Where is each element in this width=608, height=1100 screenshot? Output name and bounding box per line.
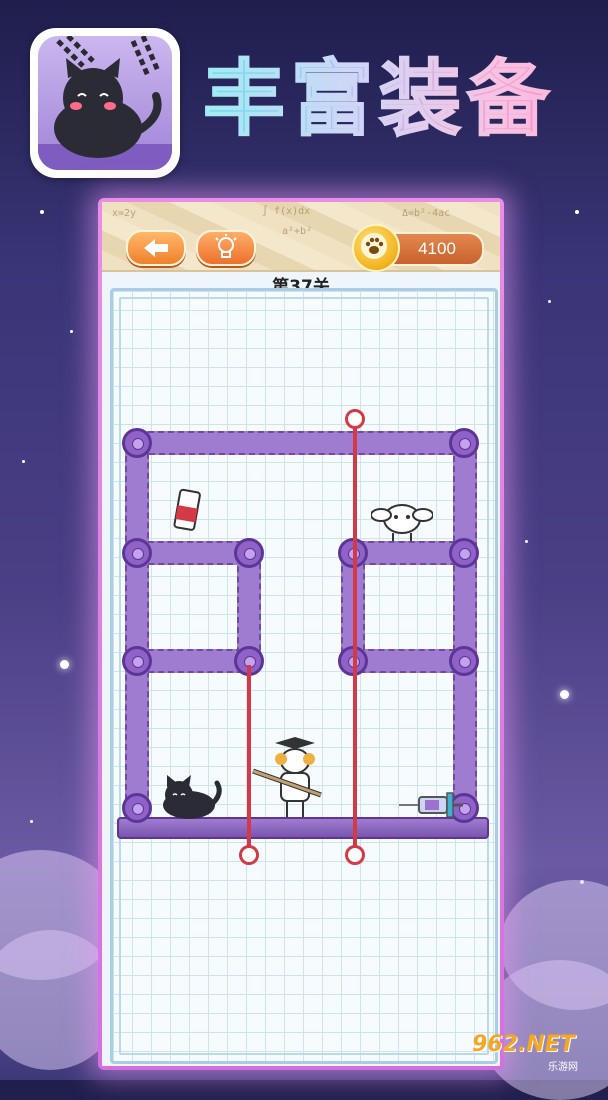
gear-icon	[449, 428, 479, 458]
coin-value: 4100	[418, 239, 456, 258]
back-arrow-icon	[144, 239, 168, 257]
wall-left	[125, 441, 149, 811]
gear-icon	[122, 428, 152, 458]
pin-handle-bottom-right[interactable]	[345, 845, 365, 865]
gear-icon	[449, 538, 479, 568]
gear-icon	[234, 538, 264, 568]
student-enemy-character	[252, 737, 322, 817]
pin-handle-top-right[interactable]	[345, 409, 365, 429]
syringe-item	[399, 792, 463, 818]
cat-app-icon	[30, 28, 180, 178]
gear-icon	[122, 793, 152, 823]
back-button[interactable]	[126, 230, 186, 266]
pin-rod[interactable]	[353, 425, 357, 855]
black-cat-character	[163, 775, 222, 819]
gear-icon	[122, 538, 152, 568]
eraser-item	[173, 488, 201, 531]
watermark-brand: 962.NET	[472, 1032, 575, 1057]
wall-top	[135, 431, 467, 455]
site-watermark: 962.NET 乐游网	[472, 1030, 604, 1073]
game-board	[110, 288, 498, 1064]
hint-button[interactable]	[196, 230, 256, 266]
gear-icon	[449, 646, 479, 676]
pin-handle-bottom-left[interactable]	[239, 845, 259, 865]
bunny-character	[371, 504, 433, 541]
pin-rod[interactable]	[247, 665, 251, 855]
paw-coin-icon	[352, 224, 400, 272]
promo-title: 丰富装备	[202, 40, 593, 160]
gear-icon	[122, 646, 152, 676]
lightbulb-icon	[215, 234, 237, 258]
top-bar: x=2y ∫ f(x)dx a²+b² Δ=b²-4ac π 4100	[102, 202, 500, 272]
wall-right	[453, 441, 477, 811]
board-border	[119, 297, 489, 1055]
phone-frame: x=2y ∫ f(x)dx a²+b² Δ=b²-4ac π 4100	[98, 198, 504, 1070]
game-screen: x=2y ∫ f(x)dx a²+b² Δ=b²-4ac π 4100	[102, 202, 500, 1066]
watermark-subtitle: 乐游网	[548, 1062, 578, 1073]
